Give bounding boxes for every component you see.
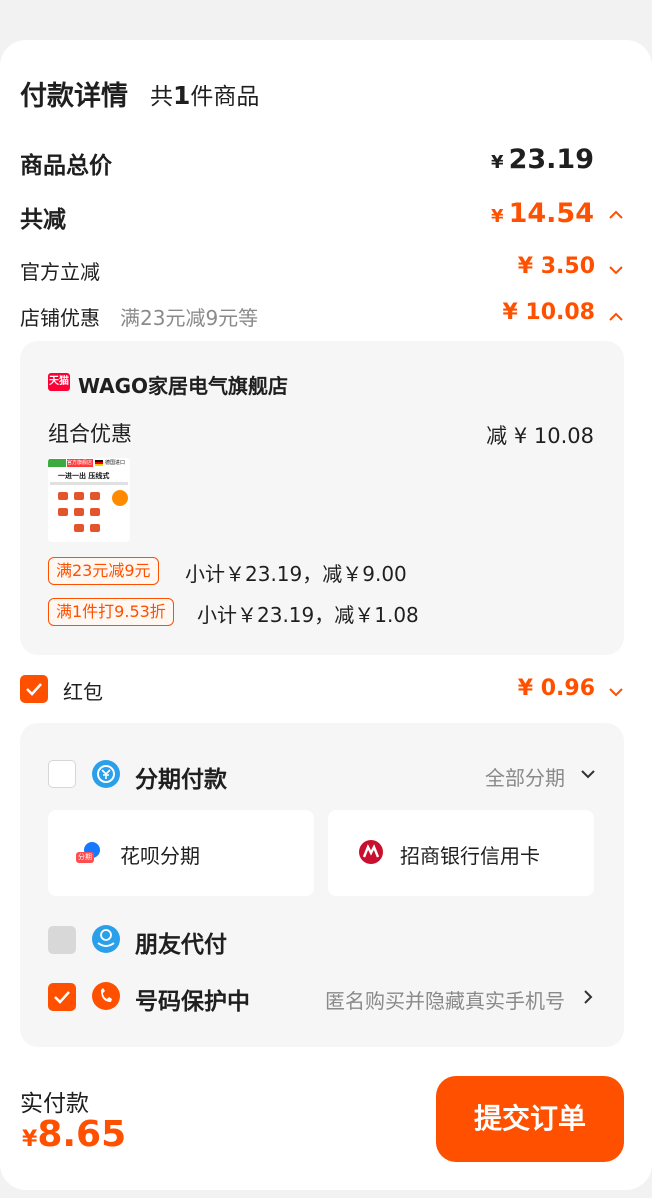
total-currency: ¥ — [490, 152, 504, 173]
installment-checkbox[interactable] — [48, 760, 76, 788]
store-name[interactable]: WAGO家居电气旗舰店 — [78, 370, 288, 399]
shop-discount-label: 店铺优惠 — [20, 306, 100, 330]
official-discount-label: 官方立减 — [20, 260, 100, 284]
product-thumbnail[interactable]: 官方旗舰店 德国进口 一进一出 压线式 — [48, 458, 130, 542]
red-packet-checkbox[interactable] — [20, 675, 48, 703]
discount-amount[interactable]: ¥ 14.54 — [491, 198, 594, 229]
shop-discount-note: 满23元减9元等 — [120, 306, 259, 330]
friend-pay-label: 朋友代付 — [135, 932, 227, 958]
chevron-right-icon[interactable] — [579, 988, 597, 1006]
total-amount: ¥ 23.19 — [491, 144, 594, 175]
item-count-prefix: 共 — [150, 84, 173, 110]
red-packet-value[interactable]: ¥ 0.96 — [518, 676, 595, 701]
number-protection-note[interactable]: 匿名购买并隐藏真实手机号 — [325, 985, 565, 1014]
total-value: 23.19 — [508, 144, 594, 175]
installment-label: 分期付款 — [135, 767, 227, 793]
chevron-up-icon[interactable] — [607, 308, 625, 326]
cmb-bank-icon — [358, 839, 384, 865]
submit-order-button[interactable]: 提交订单 — [436, 1076, 624, 1162]
chevron-down-icon[interactable] — [607, 261, 625, 279]
tmall-logo-icon: 天猫 — [48, 373, 70, 391]
page-title: 付款详情 — [20, 81, 128, 112]
discount-value: 14.54 — [508, 198, 594, 229]
promo-text: 小计￥23.19，减￥9.00 — [185, 562, 407, 586]
discount-currency: ¥ — [490, 206, 504, 227]
friend-pay-icon — [92, 925, 120, 953]
item-count-number: 1 — [173, 81, 191, 110]
thumb-import-tag: 德国进口 — [105, 460, 126, 466]
huabei-label: 花呗分期 — [120, 844, 200, 868]
promo-text: 小计￥23.19，减￥1.08 — [197, 603, 419, 627]
actual-payment-label: 实付款 — [20, 1091, 89, 1117]
promo-tag: 满1件打9.53折 — [48, 598, 174, 626]
number-protection-label: 号码保护中 — [135, 989, 250, 1015]
installment-option[interactable]: 全部分期 — [485, 762, 565, 791]
thumb-shop-tag: 官方旗舰店 — [67, 460, 93, 466]
actual-payment-currency: ¥ — [22, 1127, 38, 1152]
official-discount-value[interactable]: ¥ 3.50 — [518, 254, 595, 279]
number-protection-checkbox[interactable] — [48, 983, 76, 1011]
promo-tag: 满23元减9元 — [48, 557, 159, 585]
item-count-suffix: 件商品 — [190, 84, 260, 110]
shield-phone-icon — [92, 982, 120, 1010]
huabei-icon: 分期 — [76, 840, 104, 864]
chevron-down-icon[interactable] — [579, 765, 597, 783]
item-count: 共1件商品 — [150, 77, 259, 111]
friend-pay-checkbox[interactable] — [48, 926, 76, 954]
actual-payment-amount: ¥8.65 — [22, 1114, 126, 1155]
total-label: 商品总价 — [20, 153, 112, 179]
combo-discount-amount: 减 ¥ 10.08 — [486, 420, 594, 450]
actual-payment-value: 8.65 — [37, 1114, 127, 1155]
huabei-badge: 分期 — [78, 853, 92, 861]
chevron-down-icon[interactable] — [607, 683, 625, 701]
chevron-up-icon[interactable] — [607, 206, 625, 224]
cmb-label: 招商银行信用卡 — [400, 844, 540, 868]
combo-discount-label: 组合优惠 — [48, 422, 132, 446]
shop-discount-value[interactable]: ¥ 10.08 — [502, 300, 595, 325]
thumb-headline: 一进一出 压线式 — [58, 472, 110, 480]
discount-label: 共减 — [20, 207, 66, 233]
combo-discount-value: ¥ 10.08 — [513, 424, 594, 448]
installment-icon — [92, 760, 120, 788]
combo-discount-prefix: 减 — [486, 424, 508, 448]
red-packet-label: 红包 — [63, 680, 103, 704]
